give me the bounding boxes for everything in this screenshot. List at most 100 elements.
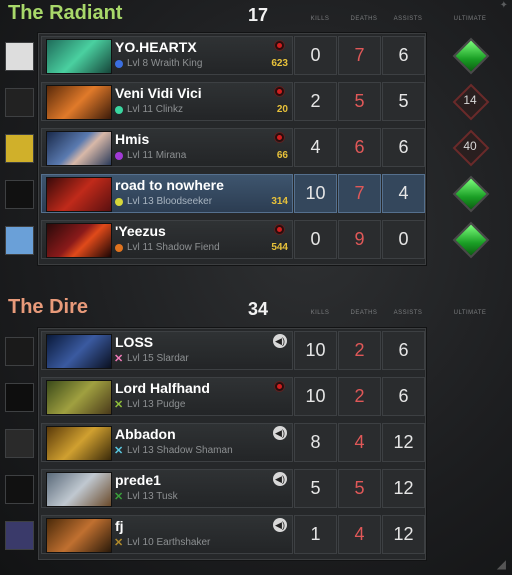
assists-value: 4: [382, 174, 425, 213]
dire-ultimate-header: ULTIMATE: [453, 310, 487, 316]
deaths-value: 7: [338, 36, 381, 75]
hero-cell[interactable]: 'Yeezus Lvl 11 Shadow Fiend 544: [41, 220, 293, 259]
deaths-value: 9: [338, 220, 381, 259]
player-color-dot: [115, 244, 123, 252]
player-avatar[interactable]: [5, 521, 34, 550]
hero-portrait: [46, 472, 112, 507]
speaker-icon[interactable]: ◀): [273, 472, 287, 486]
hero-cell[interactable]: prede1 ✕ Lvl 13 Tusk ◀): [41, 469, 293, 508]
hero-level: Lvl 11 Clinkz: [127, 104, 183, 115]
hero-level: Lvl 13 Shadow Shaman: [127, 445, 233, 456]
player-name: LOSS: [115, 334, 154, 350]
radiant-score: 17: [248, 5, 269, 25]
hero-cell[interactable]: fj ✕ Lvl 10 Earthshaker ◀): [41, 515, 293, 554]
player-row[interactable]: YO.HEARTX Lvl 8 Wraith King 623 0 7 6: [39, 34, 425, 75]
deaths-value: 2: [338, 331, 381, 370]
hero-level: Lvl 8 Wraith King: [127, 58, 203, 69]
hero-cell[interactable]: Veni Vidi Vici Lvl 11 Clinkz 20: [41, 82, 293, 121]
player-avatar[interactable]: [5, 337, 34, 366]
hero-cell[interactable]: Abbadon ✕ Lvl 13 Shadow Shaman ◀): [41, 423, 293, 462]
hero-cell[interactable]: YO.HEARTX Lvl 8 Wraith King 623: [41, 36, 293, 75]
hero-cell[interactable]: Hmis Lvl 11 Mirana 66: [41, 128, 293, 167]
player-color-mark: ✕: [114, 353, 124, 365]
hero-level: Lvl 10 Earthshaker: [127, 537, 211, 548]
player-row[interactable]: LOSS ✕ Lvl 15 Slardar ◀) 10 2 6: [39, 329, 425, 370]
radiant-ultimate-header: ULTIMATE: [453, 16, 487, 22]
dire-score: 34: [248, 299, 269, 319]
player-row[interactable]: Veni Vidi Vici Lvl 11 Clinkz 20 2 5 5: [39, 80, 425, 121]
deaths-value: 5: [338, 469, 381, 508]
gold-amount: 20: [276, 104, 288, 115]
dire-header: The Dire 34 KILLS DEATHS ASSISTS ULTIMAT…: [0, 296, 512, 326]
record-icon: [274, 224, 285, 235]
hero-portrait: [46, 334, 112, 369]
ultimate-cooldown: 14: [463, 93, 477, 107]
resize-handle-icon[interactable]: ◢: [497, 557, 506, 571]
assists-value: 6: [382, 377, 425, 416]
gold-amount: 623: [271, 58, 288, 69]
hero-portrait: [46, 380, 112, 415]
player-row[interactable]: 'Yeezus Lvl 11 Shadow Fiend 544 0 9 0: [39, 218, 425, 259]
kills-value: 10: [294, 377, 337, 416]
hero-level: Lvl 11 Mirana: [127, 150, 187, 161]
hero-cell[interactable]: LOSS ✕ Lvl 15 Slardar ◀): [41, 331, 293, 370]
player-color-mark: ✕: [114, 537, 124, 549]
hero-cell[interactable]: road to nowhere Lvl 13 Bloodseeker 314: [41, 174, 293, 213]
radiant-scoreboard: YO.HEARTX Lvl 8 Wraith King 623 0 7 6 Ve…: [38, 33, 426, 265]
player-row[interactable]: road to nowhere Lvl 13 Bloodseeker 314 1…: [39, 172, 425, 213]
player-row[interactable]: prede1 ✕ Lvl 13 Tusk ◀) 5 5 12: [39, 467, 425, 508]
player-row[interactable]: Lord Halfhand ✕ Lvl 13 Pudge 10 2 6: [39, 375, 425, 416]
kills-value: 4: [294, 128, 337, 167]
hero-level: Lvl 13 Tusk: [127, 491, 178, 502]
kills-value: 5: [294, 469, 337, 508]
player-avatar[interactable]: [5, 42, 34, 71]
hero-portrait: [46, 131, 112, 166]
player-avatar[interactable]: [5, 383, 34, 412]
player-avatar[interactable]: [5, 134, 34, 163]
record-icon: [274, 40, 285, 51]
player-avatar[interactable]: [5, 475, 34, 504]
ultimate-cooldown-icon: 40: [452, 129, 490, 167]
speaker-icon[interactable]: ◀): [273, 426, 287, 440]
dire-deaths-header: DEATHS: [350, 310, 378, 316]
dire-scoreboard: LOSS ✕ Lvl 15 Slardar ◀) 10 2 6 Lord Hal…: [38, 328, 426, 560]
player-avatar[interactable]: [5, 180, 34, 209]
player-name: 'Yeezus: [115, 223, 166, 239]
player-name: Lord Halfhand: [115, 380, 210, 396]
dire-kills-header: KILLS: [310, 310, 330, 316]
player-color-mark: ✕: [114, 445, 124, 457]
hero-portrait: [46, 85, 112, 120]
radiant-kills-header: KILLS: [310, 16, 330, 22]
radiant-assists-header: ASSISTS: [393, 16, 423, 22]
kills-value: 10: [294, 174, 337, 213]
player-name: road to nowhere: [115, 177, 224, 193]
hero-level: Lvl 15 Slardar: [127, 353, 189, 364]
player-avatar[interactable]: [5, 88, 34, 117]
assists-value: 6: [382, 331, 425, 370]
kills-value: 0: [294, 36, 337, 75]
player-row[interactable]: Abbadon ✕ Lvl 13 Shadow Shaman ◀) 8 4 12: [39, 421, 425, 462]
assists-value: 12: [382, 515, 425, 554]
player-color-dot: [115, 106, 123, 114]
speaker-icon[interactable]: ◀): [273, 334, 287, 348]
radiant-team-name: The Radiant: [8, 2, 123, 24]
ultimate-cooldown: 40: [463, 139, 477, 153]
player-row[interactable]: Hmis Lvl 11 Mirana 66 4 6 6: [39, 126, 425, 167]
hero-portrait: [46, 426, 112, 461]
record-icon: [274, 132, 285, 143]
kills-value: 0: [294, 220, 337, 259]
player-row[interactable]: fj ✕ Lvl 10 Earthshaker ◀) 1 4 12: [39, 513, 425, 554]
player-avatar[interactable]: [5, 226, 34, 255]
deaths-value: 2: [338, 377, 381, 416]
assists-value: 0: [382, 220, 425, 259]
player-name: YO.HEARTX: [115, 39, 197, 55]
kills-value: 8: [294, 423, 337, 462]
ultimate-cooldown-icon: 14: [452, 83, 490, 121]
deaths-value: 5: [338, 82, 381, 121]
gold-amount: 544: [271, 242, 288, 253]
player-color-dot: [115, 60, 123, 68]
dire-team-name: The Dire: [8, 296, 89, 318]
hero-cell[interactable]: Lord Halfhand ✕ Lvl 13 Pudge: [41, 377, 293, 416]
player-avatar[interactable]: [5, 429, 34, 458]
speaker-icon[interactable]: ◀): [273, 518, 287, 532]
